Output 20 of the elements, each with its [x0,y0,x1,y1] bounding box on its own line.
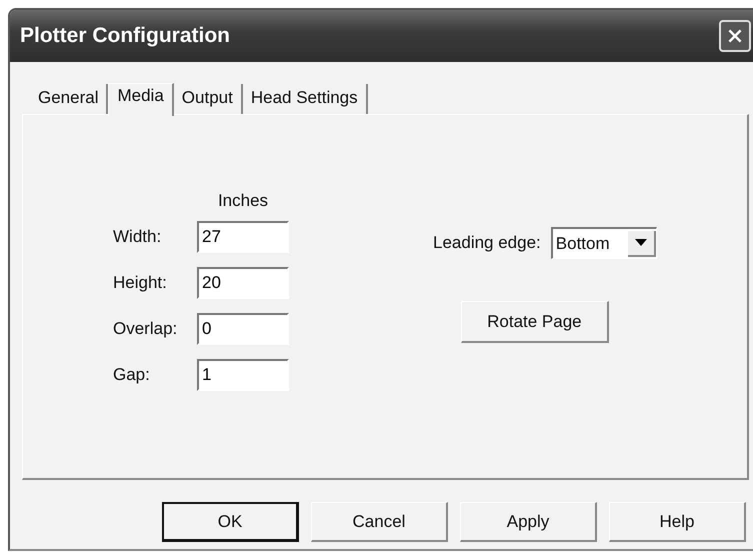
close-button[interactable] [719,20,751,52]
field-label: Leading edge: [433,233,541,253]
dialog-button[interactable]: Cancel [311,502,448,542]
dialog-button[interactable]: Help [609,502,746,542]
dialog-button[interactable]: OK [162,502,299,542]
caret-icon [634,239,647,246]
field-label: Overlap: [113,319,178,339]
field-label: Width: [113,227,162,247]
field-label: Height: [113,273,168,293]
field-label: Gap: [113,365,151,385]
units-label: Inches [216,191,270,211]
window-title: Plotter Configuration [20,24,230,48]
dropdown[interactable]: Bottom [550,227,657,259]
input-field[interactable]: 0 [197,313,289,345]
dialog-button[interactable]: Apply [460,502,597,542]
input-field[interactable]: 27 [197,221,289,253]
input-field[interactable]: 20 [197,267,289,299]
input-field[interactable]: 1 [197,359,289,391]
rotate-page-button[interactable]: Rotate Page [460,301,609,343]
tab[interactable]: Media [108,83,174,116]
